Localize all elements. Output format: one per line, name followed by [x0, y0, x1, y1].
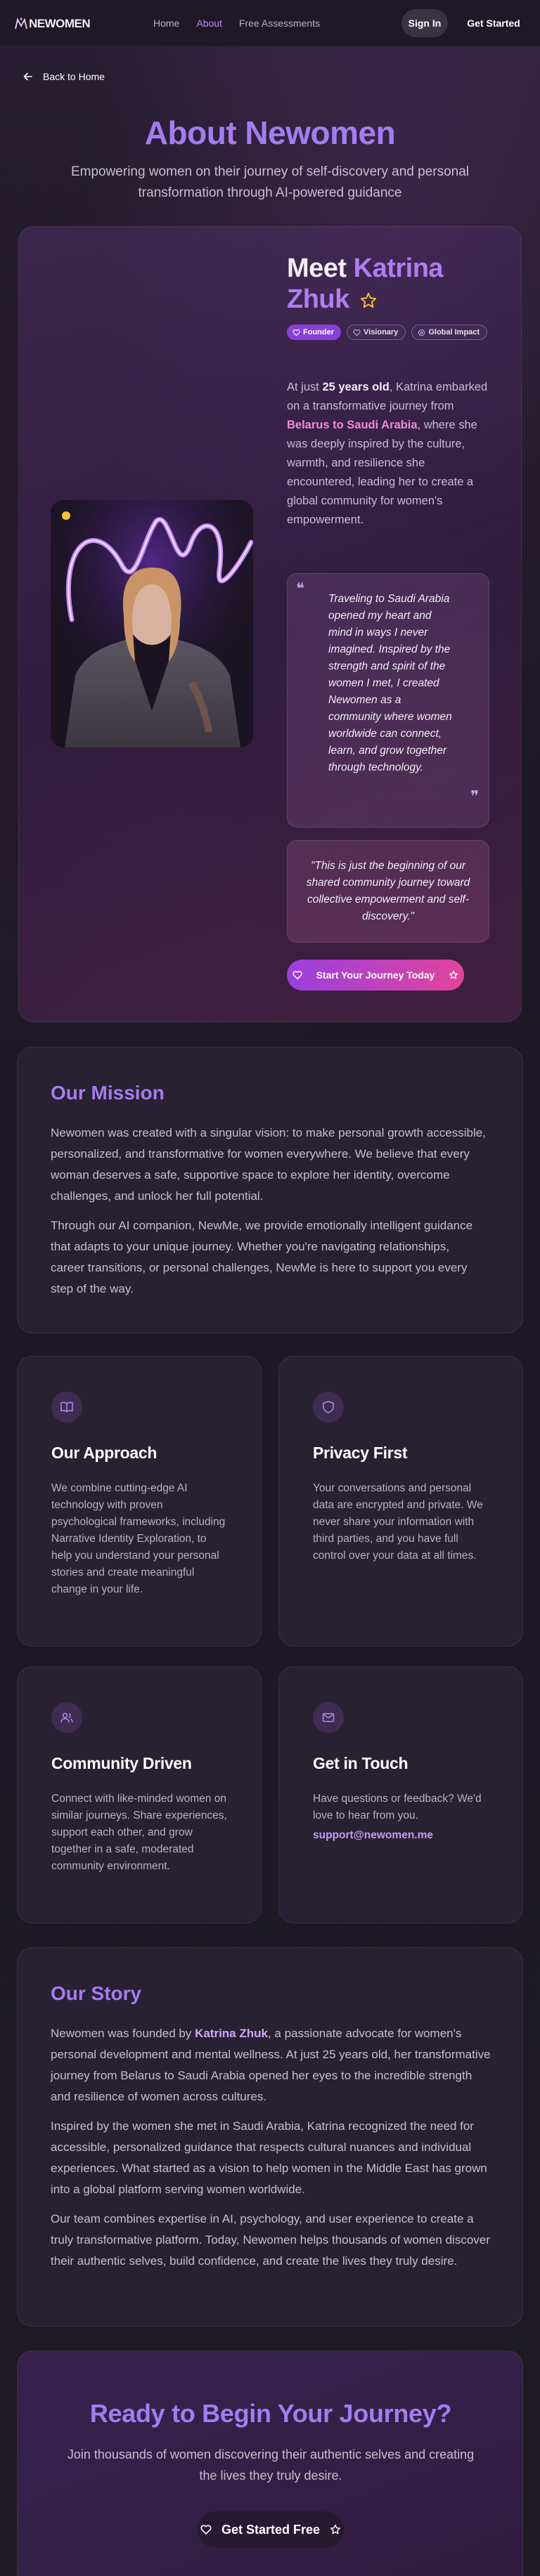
logo-text: NEWOMEN	[29, 17, 91, 30]
founder-portrait-image	[51, 500, 253, 747]
badge-visionary: Visionary	[347, 325, 406, 340]
sparkle-icon	[353, 329, 361, 336]
back-label: Back to Home	[43, 71, 105, 82]
quote-open-icon: ❝	[296, 580, 304, 597]
feature-text: Have questions or feedback? We'd love to…	[313, 1793, 482, 1822]
feature-card-approach: Our Approach We combine cutting-edge AI …	[17, 1356, 262, 1647]
feature-card-contact: Get in Touch Have questions or feedback?…	[278, 1666, 523, 1923]
founder-intro: At just 25 years old, Katrina embarked o…	[287, 381, 488, 526]
founder-quote-text: Traveling to Saudi Arabia opened my hear…	[328, 593, 452, 773]
feature-title: Our Approach	[51, 1444, 158, 1462]
founder-quote: ❝ Traveling to Saudi Arabia opened my he…	[287, 573, 489, 828]
heart-icon	[292, 329, 300, 336]
support-email-link[interactable]: support@newomen.me	[313, 1827, 489, 1844]
story-paragraph-3: Our team combines expertise in AI, psych…	[51, 2212, 490, 2268]
book-icon	[51, 1392, 82, 1423]
founder-age: 25 years old	[322, 381, 390, 393]
feature-title: Privacy First	[313, 1444, 408, 1462]
nav-link-home[interactable]: Home	[153, 18, 179, 29]
founder-badges: Founder Visionary Global Impact	[287, 325, 498, 340]
founder-photo	[51, 500, 253, 747]
feature-text: We combine cutting-edge AI technology wi…	[51, 1482, 226, 1595]
feature-title: Community Driven	[51, 1754, 192, 1772]
top-navbar: NEWOMEN Home About Free Assessments Sign…	[0, 0, 540, 46]
community-quote: "This is just the beginning of our share…	[287, 840, 489, 943]
nav-link-free-assessments[interactable]: Free Assessments	[239, 18, 320, 29]
story-paragraph-2: Inspired by the women she met in Saudi A…	[51, 2119, 487, 2196]
shield-icon	[313, 1392, 344, 1423]
founder-name-link: Katrina Zhuk	[195, 2027, 268, 2040]
mail-icon	[313, 1702, 344, 1733]
quote-close-icon: ❞	[470, 787, 479, 805]
cta-title: Ready to Begin Your Journey?	[89, 2399, 452, 2428]
heart-icon	[292, 971, 302, 980]
logo[interactable]: NEWOMEN	[14, 17, 91, 31]
get-started-free-button[interactable]: Get Started Free	[198, 2511, 344, 2548]
mission-paragraph-1: Newomen was created with a singular visi…	[51, 1126, 486, 1203]
nav-links: Home About Free Assessments	[153, 18, 320, 29]
mission-heading: Our Mission	[51, 1082, 165, 1104]
cta-text: Join thousands of women discovering thei…	[67, 2447, 475, 2483]
feature-title: Get in Touch	[313, 1754, 409, 1772]
star-icon	[360, 292, 377, 308]
get-started-free-label: Get Started Free	[221, 2522, 321, 2537]
founder-route: Belarus to Saudi Arabia	[287, 419, 418, 431]
globe-icon	[418, 329, 425, 336]
start-journey-label: Start Your Journey Today	[316, 969, 435, 981]
meet-prefix: Meet	[287, 254, 347, 283]
badge-global-impact: Global Impact	[411, 325, 488, 340]
sign-in-button[interactable]: Sign In	[401, 9, 448, 37]
nav-link-about[interactable]: About	[196, 18, 222, 29]
feature-text: Your conversations and personal data are…	[313, 1482, 483, 1562]
feature-card-community: Community Driven Connect with like-minde…	[17, 1666, 262, 1923]
arrow-left-icon	[23, 72, 32, 81]
start-journey-button[interactable]: Start Your Journey Today	[287, 960, 464, 990]
feature-text: Connect with like-minded women on simila…	[51, 1793, 227, 1872]
back-to-home-link[interactable]: Back to Home	[23, 71, 105, 82]
badge-founder: Founder	[287, 325, 341, 340]
feature-card-privacy: Privacy First Your conversations and per…	[278, 1356, 523, 1647]
get-started-button[interactable]: Get Started	[458, 9, 529, 37]
users-icon	[51, 1702, 82, 1733]
star-icon	[449, 970, 458, 979]
founder-heading: Meet Katrina Zhuk	[287, 253, 498, 315]
page-subtitle: Empowering women on their journey of sel…	[70, 164, 470, 200]
heart-icon	[200, 2525, 212, 2535]
star-icon	[330, 2524, 341, 2535]
story-heading: Our Story	[51, 1982, 142, 2004]
mission-paragraph-2: Through our AI companion, NewMe, we prov…	[51, 1219, 473, 1295]
logo-icon	[15, 18, 27, 30]
story-paragraph-1: Newomen was founded by Katrina Zhuk, a p…	[51, 2027, 491, 2103]
page-title: About Newomen	[144, 115, 396, 151]
cta-section: Ready to Begin Your Journey? Join thousa…	[17, 2351, 523, 2576]
